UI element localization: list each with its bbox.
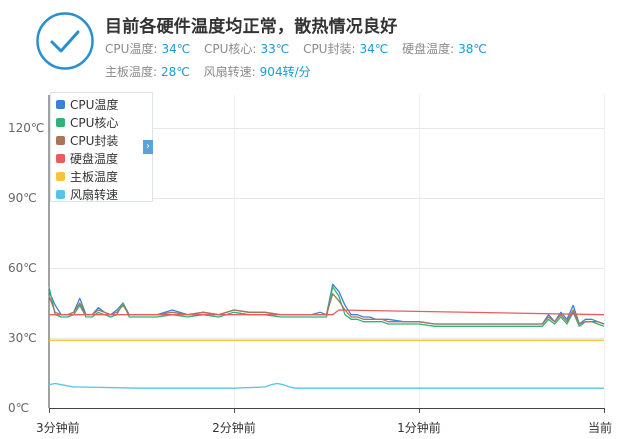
legend-swatch bbox=[56, 154, 65, 163]
legend-item-cpu-temp[interactable]: CPU温度 bbox=[56, 96, 152, 114]
legend-swatch bbox=[56, 100, 65, 109]
metric-value: 34℃ bbox=[359, 42, 389, 56]
metric-value: 34℃ bbox=[161, 42, 191, 56]
legend-swatch bbox=[56, 118, 65, 127]
legend-item-cpu-core[interactable]: CPU核心 bbox=[56, 114, 152, 132]
metric-label: CPU温度: bbox=[105, 42, 158, 56]
x-tick-label: 2分钟前 bbox=[212, 420, 256, 435]
legend-swatch bbox=[56, 136, 65, 145]
metric-board-temp: 主板温度: 28℃ bbox=[105, 61, 190, 84]
series-line-5 bbox=[48, 382, 604, 389]
metric-label: 主板温度: bbox=[105, 65, 158, 79]
metric-value: 38℃ bbox=[458, 42, 487, 56]
series-line-1 bbox=[48, 286, 605, 327]
metric-value: 33℃ bbox=[260, 42, 290, 56]
y-tick-label: 60℃ bbox=[8, 261, 37, 275]
y-tick-label: 90℃ bbox=[8, 191, 37, 205]
legend-item-board-temp[interactable]: 主板温度 bbox=[56, 168, 152, 186]
legend-label: 硬盘温度 bbox=[70, 152, 119, 166]
metric-cpu-core: CPU核心: 33℃ bbox=[204, 38, 289, 61]
metric-disk-temp: 硬盘温度: 38℃ bbox=[402, 38, 487, 61]
metric-cpu-package: CPU封装: 34℃ bbox=[303, 38, 388, 61]
metric-fan-speed: 风扇转速: 904转/分 bbox=[204, 61, 311, 84]
series-line-2 bbox=[48, 293, 605, 325]
metric-label: 风扇转速: bbox=[203, 65, 256, 79]
metric-label: 硬盘温度: bbox=[402, 42, 455, 56]
legend-swatch bbox=[56, 190, 65, 199]
legend-label: 主板温度 bbox=[70, 170, 119, 184]
checkmark-circle-icon bbox=[36, 12, 94, 70]
legend-item-cpu-package[interactable]: CPU封装 bbox=[56, 132, 152, 150]
x-tick-label: 3分钟前 bbox=[36, 420, 80, 435]
metric-value: 904转/分 bbox=[259, 65, 311, 79]
legend-item-disk-temp[interactable]: 硬盘温度 bbox=[56, 150, 152, 168]
x-tick-label: 当前 bbox=[588, 420, 612, 435]
y-tick-label: 120℃ bbox=[8, 121, 44, 135]
legend-label: 风扇转速 bbox=[70, 188, 119, 202]
legend-label: CPU温度 bbox=[70, 98, 119, 112]
series-line-0 bbox=[48, 283, 605, 325]
legend-label: CPU封装 bbox=[70, 134, 119, 148]
metric-cpu-temp: CPU温度: 34℃ bbox=[105, 38, 190, 61]
legend-item-fan-speed[interactable]: 风扇转速 bbox=[56, 186, 152, 204]
y-tick-label: 0℃ bbox=[8, 401, 29, 415]
chevron-right-icon[interactable]: › bbox=[143, 140, 153, 154]
legend-swatch bbox=[56, 172, 65, 181]
metric-label: CPU核心: bbox=[204, 42, 257, 56]
metric-label: CPU封装: bbox=[303, 42, 356, 56]
y-tick-label: 30℃ bbox=[8, 331, 37, 345]
metric-value: 28℃ bbox=[161, 65, 190, 79]
x-tick-label: 1分钟前 bbox=[397, 420, 441, 435]
metrics-summary: CPU温度: 34℃ CPU核心: 33℃ CPU封装: 34℃ 硬盘温度: 38℃ 主… bbox=[105, 38, 525, 84]
legend-label: CPU核心 bbox=[70, 116, 119, 130]
status-headline: 目前各硬件温度均正常，散热情况良好 bbox=[105, 17, 398, 37]
chart-legend: CPU温度 CPU核心 CPU封装 硬盘温度 主板温度 风扇转速 bbox=[50, 92, 153, 202]
